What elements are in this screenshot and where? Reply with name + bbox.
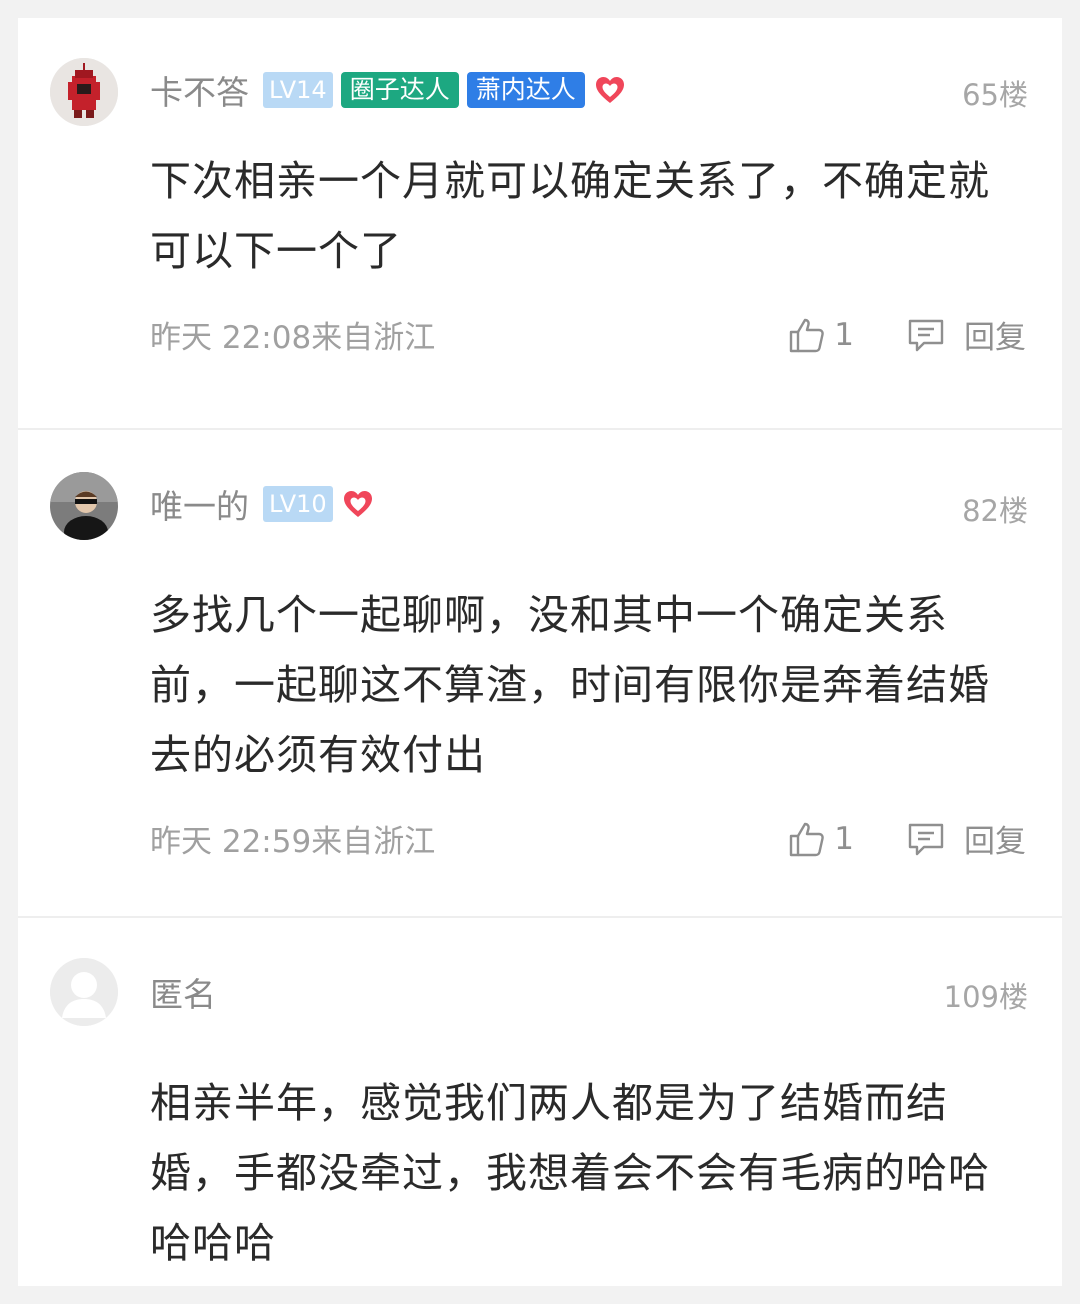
comment-bubble-icon xyxy=(906,315,946,355)
author-row: 匿名 xyxy=(150,972,222,1014)
default-avatar-icon[interactable] xyxy=(50,958,118,1026)
comment-item: 卡不答 LV14 圈子达人 萧内达人 65楼 下次相亲一个月就可以确定关系了，不… xyxy=(18,18,1062,430)
floor-number: 82楼 xyxy=(962,494,1028,528)
badge-circle-expert: 圈子达人 xyxy=(340,72,459,108)
comment-list: 卡不答 LV14 圈子达人 萧内达人 65楼 下次相亲一个月就可以确定关系了，不… xyxy=(18,18,1062,1286)
username[interactable]: 唯一的 xyxy=(150,480,249,528)
timestamp-location: 昨天 22:08来自浙江 xyxy=(150,320,436,356)
like-button[interactable]: 1 xyxy=(788,820,854,858)
comment-item: 唯一的 LV10 82楼 多找几个一起聊啊，没和其中一个确定关系前，一起聊这不算… xyxy=(18,430,1062,916)
comment-text: 下次相亲一个月就可以确定关系了，不确定就可以下一个了 xyxy=(150,157,990,275)
comment-bubble-icon xyxy=(906,819,946,859)
thumbs-up-icon xyxy=(788,316,826,354)
heart-icon xyxy=(343,490,373,518)
reply-label: 回复 xyxy=(964,320,1026,356)
floor-number: 65楼 xyxy=(962,78,1028,112)
timestamp-location: 昨天 22:59来自浙江 xyxy=(150,824,436,860)
heart-icon xyxy=(595,76,625,104)
badge-local-expert: 萧内达人 xyxy=(466,72,585,108)
username[interactable]: 匿名 xyxy=(150,968,216,1016)
avatar[interactable] xyxy=(50,472,118,540)
like-count: 1 xyxy=(834,820,854,857)
like-count: 1 xyxy=(834,316,854,353)
level-badge: LV10 xyxy=(263,486,333,522)
author-row: 唯一的 LV10 xyxy=(150,484,373,526)
comment-actions: 1 回复 xyxy=(788,312,1026,357)
reply-label: 回复 xyxy=(964,824,1026,860)
author-row: 卡不答 LV14 圈子达人 萧内达人 xyxy=(150,70,625,112)
comment-text: 多找几个一起聊啊，没和其中一个确定关系前，一起聊这不算渣，时间有限你是奔着结婚去… xyxy=(150,591,990,779)
floor-number: 109楼 xyxy=(943,980,1028,1014)
comment-actions: 1 回复 xyxy=(788,816,1026,861)
avatar[interactable] xyxy=(50,58,118,126)
username[interactable]: 卡不答 xyxy=(150,66,249,114)
comment-item: 匿名 109楼 相亲半年，感觉我们两人都是为了结婚而结婚，手都没牵过，我想着会不… xyxy=(18,918,1062,1286)
reply-button[interactable]: 回复 xyxy=(906,312,1026,357)
thumbs-up-icon xyxy=(788,820,826,858)
reply-button[interactable]: 回复 xyxy=(906,816,1026,861)
comment-text: 相亲半年，感觉我们两人都是为了结婚而结婚，手都没牵过，我想着会不会有毛病的哈哈哈… xyxy=(150,1079,990,1267)
level-badge: LV14 xyxy=(263,72,333,108)
like-button[interactable]: 1 xyxy=(788,316,854,354)
